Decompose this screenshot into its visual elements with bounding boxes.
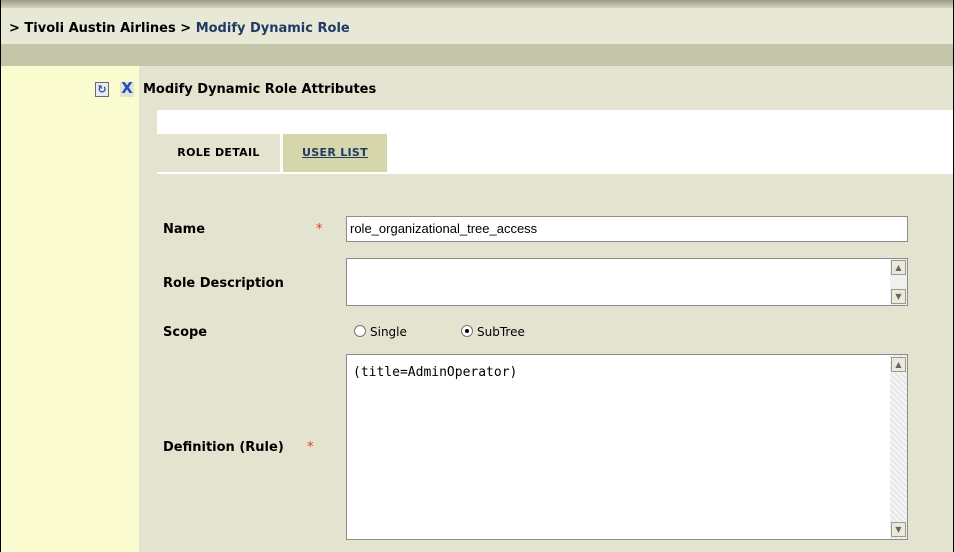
window-frame <box>0 0 954 552</box>
